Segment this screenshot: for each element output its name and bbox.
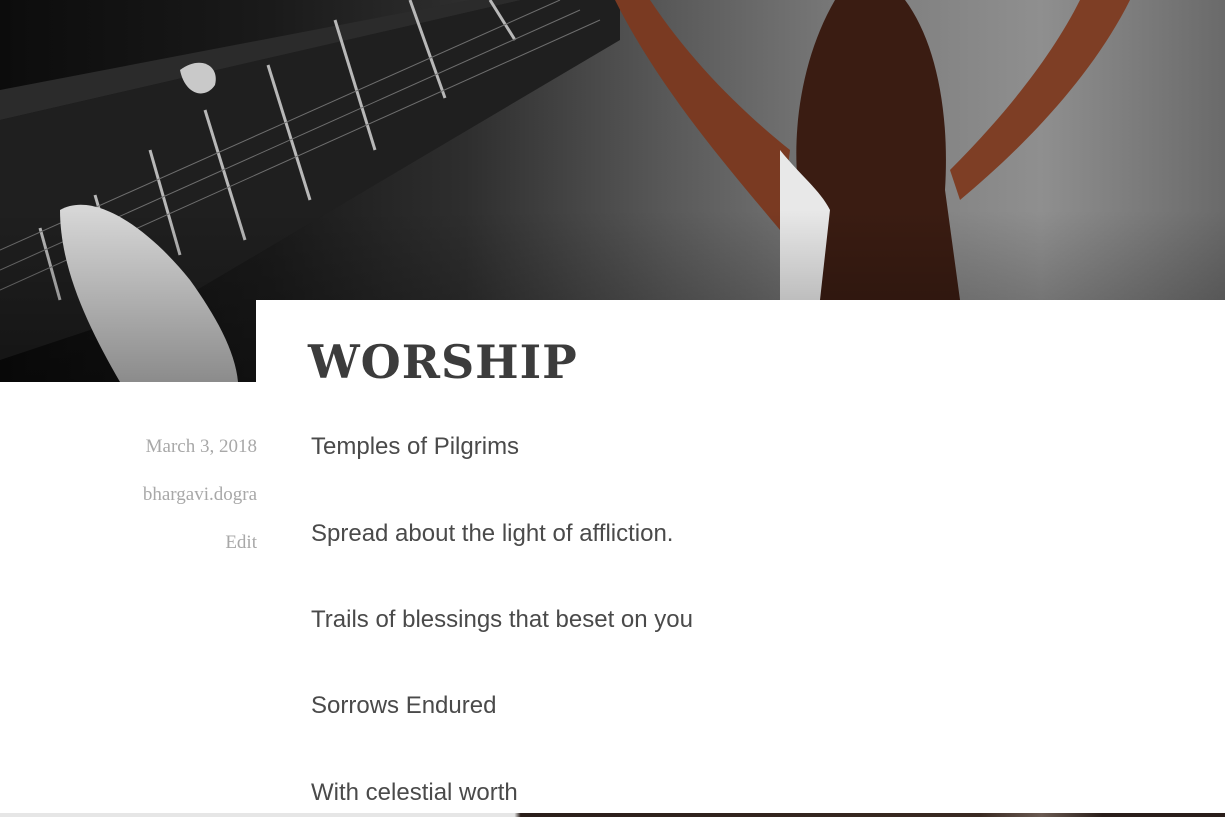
post-author-link[interactable]: bhargavi.dogra <box>0 483 257 507</box>
bottom-edge-strip <box>0 813 1225 817</box>
edit-link[interactable]: Edit <box>0 531 257 555</box>
post-page: WORSHIP March 3, 2018 bhargavi.dogra Edi… <box>0 0 1225 817</box>
poem-line: Trails of blessings that beset on you <box>311 606 693 633</box>
poem-line: With celestial worth <box>311 779 518 806</box>
post-date-link[interactable]: March 3, 2018 <box>0 435 257 459</box>
poem-line: Temples of Pilgrims <box>311 433 520 460</box>
post-title: WORSHIP <box>308 335 578 389</box>
poem-line: Spread about the light of affliction. <box>311 520 674 547</box>
poem-line: Sorrows Endured <box>311 692 497 719</box>
